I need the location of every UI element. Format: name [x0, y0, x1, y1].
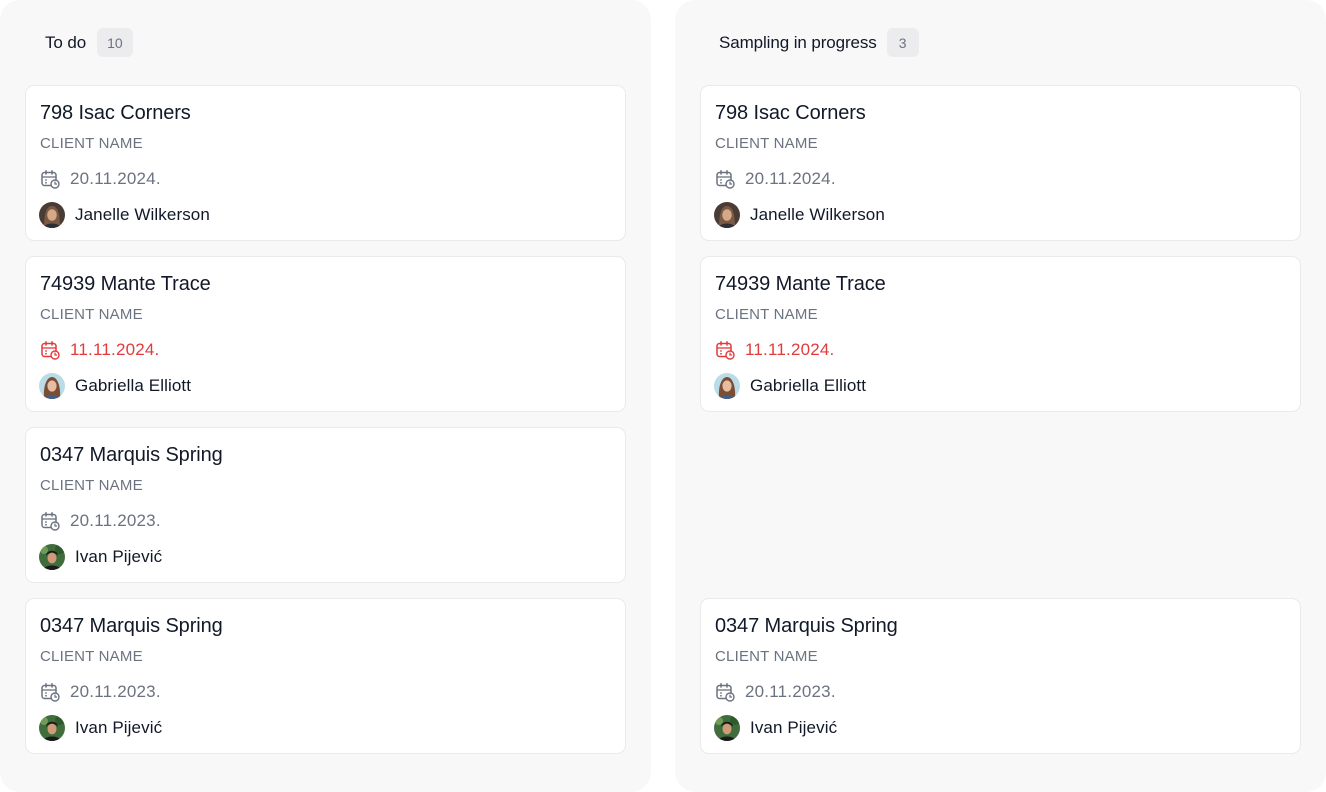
due-date: 11.11.2024. — [40, 339, 159, 361]
avatar — [39, 544, 65, 570]
calendar-clock-icon — [40, 340, 60, 360]
date-text: 20.11.2023. — [70, 682, 161, 701]
client-name: CLIENT NAME — [40, 135, 143, 152]
column-title: To do — [45, 32, 87, 52]
assignee: Ivan Pijević — [39, 715, 162, 741]
assignee-name: Ivan Pijević — [75, 547, 163, 566]
avatar — [714, 373, 740, 399]
date-text: 20.11.2024. — [745, 169, 836, 188]
avatar — [39, 373, 65, 399]
card-title: 0347 Marquis Spring — [40, 615, 223, 637]
assignee: Gabriella Elliott — [714, 373, 866, 399]
assignee-name: Gabriella Elliott — [75, 376, 192, 395]
client-name: CLIENT NAME — [40, 648, 143, 665]
assignee-name: Janelle Wilkerson — [750, 205, 885, 224]
calendar-clock-icon — [715, 169, 735, 189]
count-badge: 10 — [97, 28, 133, 57]
task-card[interactable]: 798 Isac Corners CLIENT NAME 20.11.2024.… — [700, 85, 1301, 241]
column-header: Sampling in progress 3 — [675, 28, 1326, 57]
card-title: 0347 Marquis Spring — [40, 444, 223, 466]
column-title: Sampling in progress — [719, 32, 877, 52]
task-card[interactable]: 798 Isac Corners CLIENT NAME 20.11.2024.… — [25, 85, 626, 241]
task-card[interactable]: 74939 Mante Trace CLIENT NAME 11.11.2024… — [25, 256, 626, 412]
column-header: To do 10 — [0, 28, 651, 57]
avatar — [714, 202, 740, 228]
due-date: 11.11.2024. — [715, 339, 834, 361]
client-name: CLIENT NAME — [715, 648, 818, 665]
avatar — [714, 715, 740, 741]
assignee: Ivan Pijević — [714, 715, 837, 741]
task-card[interactable]: 74939 Mante Trace CLIENT NAME 11.11.2024… — [700, 256, 1301, 412]
assignee: Ivan Pijević — [39, 544, 162, 570]
avatar — [39, 715, 65, 741]
calendar-clock-icon — [715, 682, 735, 702]
calendar-clock-icon — [40, 511, 60, 531]
assignee-name: Janelle Wilkerson — [75, 205, 210, 224]
client-name: CLIENT NAME — [40, 477, 143, 494]
due-date: 20.11.2023. — [40, 510, 161, 532]
assignee: Janelle Wilkerson — [39, 202, 210, 228]
assignee-name: Ivan Pijević — [75, 718, 163, 737]
count-badge: 3 — [886, 28, 919, 57]
calendar-clock-icon — [40, 169, 60, 189]
due-date: 20.11.2023. — [715, 681, 836, 703]
assignee: Gabriella Elliott — [39, 373, 191, 399]
date-text: 11.11.2024. — [745, 340, 835, 359]
kanban-board: To do 10 798 Isac Corners CLIENT NAME 20… — [0, 0, 1326, 792]
client-name: CLIENT NAME — [40, 306, 143, 323]
card-title: 0347 Marquis Spring — [715, 615, 898, 637]
client-name: CLIENT NAME — [715, 135, 818, 152]
card-title: 74939 Mante Trace — [40, 273, 211, 295]
card-title: 798 Isac Corners — [40, 102, 191, 124]
column-sampling-in-progress: Sampling in progress 3 798 Isac Corners … — [675, 0, 1326, 792]
task-card[interactable]: 0347 Marquis Spring CLIENT NAME 20.11.20… — [25, 427, 626, 583]
column-to-do: To do 10 798 Isac Corners CLIENT NAME 20… — [0, 0, 651, 792]
task-card[interactable]: 0347 Marquis Spring CLIENT NAME 20.11.20… — [25, 598, 626, 754]
date-text: 20.11.2023. — [745, 682, 836, 701]
due-date: 20.11.2023. — [40, 681, 161, 703]
avatar — [39, 202, 65, 228]
assignee-name: Gabriella Elliott — [750, 376, 867, 395]
due-date: 20.11.2024. — [40, 168, 161, 190]
due-date: 20.11.2024. — [715, 168, 836, 190]
assignee-name: Ivan Pijević — [750, 718, 838, 737]
calendar-clock-icon — [715, 340, 735, 360]
client-name: CLIENT NAME — [715, 306, 818, 323]
card-title: 74939 Mante Trace — [715, 273, 886, 295]
calendar-clock-icon — [40, 682, 60, 702]
date-text: 20.11.2024. — [70, 169, 161, 188]
task-card[interactable]: 0347 Marquis Spring CLIENT NAME 20.11.20… — [700, 598, 1301, 754]
date-text: 11.11.2024. — [70, 340, 160, 359]
card-title: 798 Isac Corners — [715, 102, 866, 124]
date-text: 20.11.2023. — [70, 511, 161, 530]
assignee: Janelle Wilkerson — [714, 202, 885, 228]
